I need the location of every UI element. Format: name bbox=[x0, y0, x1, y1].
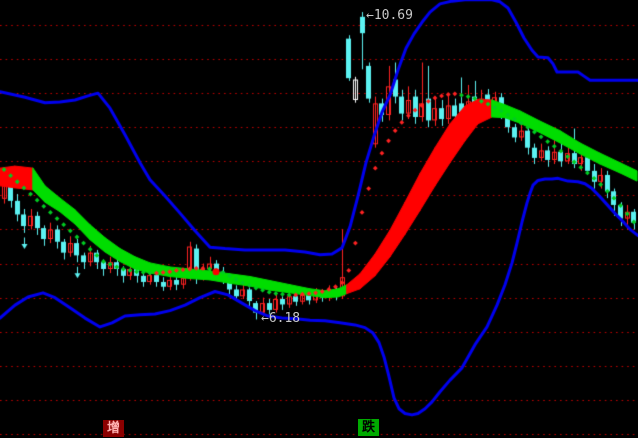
candlestick-chart-canvas[interactable] bbox=[0, 0, 638, 438]
high-price-label: ←10.69 bbox=[366, 8, 413, 23]
stock-chart-panel: ←10.69 ←6.18 增 跌 bbox=[0, 0, 638, 438]
zeng-increase-badge: 增 bbox=[103, 420, 124, 437]
die-fall-badge: 跌 bbox=[358, 419, 379, 436]
low-price-label: ←6.18 bbox=[261, 311, 300, 326]
